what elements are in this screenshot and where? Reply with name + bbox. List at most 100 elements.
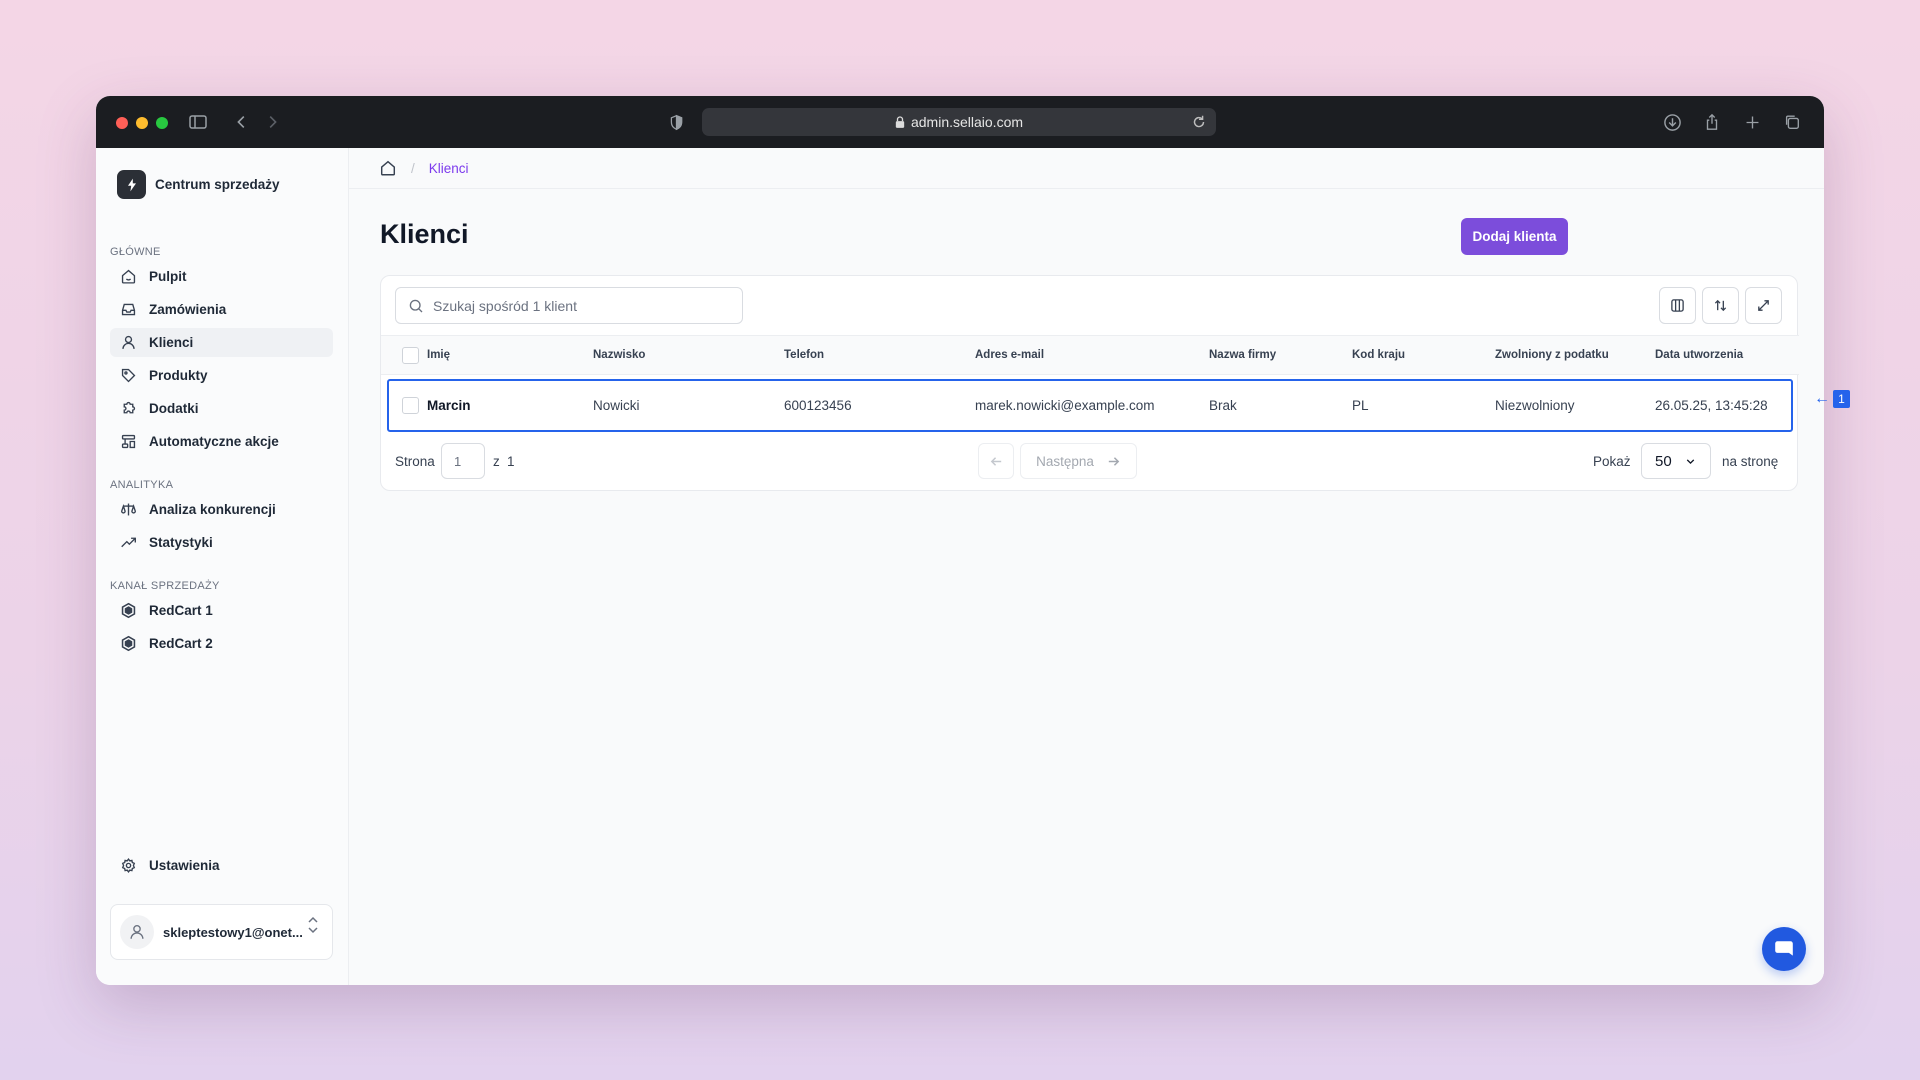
header-first-name[interactable]: Imię <box>402 336 450 374</box>
tabs-overview-icon[interactable] <box>1782 112 1802 132</box>
sort-button[interactable] <box>1702 287 1739 324</box>
sidebar-toggle-icon[interactable] <box>188 112 208 132</box>
cell-email: marek.nowicki@example.com <box>975 398 1155 413</box>
sidebar: Centrum sprzedaży GŁÓWNE Pulpit Zamówien… <box>96 148 349 985</box>
close-window-button[interactable] <box>116 117 128 129</box>
browser-titlebar: admin.sellaio.com <box>96 96 1824 148</box>
sidebar-item-dashboard[interactable]: Pulpit <box>110 262 333 291</box>
fullscreen-button[interactable] <box>1745 287 1782 324</box>
section-label-analytics: ANALITYKA <box>110 479 174 491</box>
minimize-window-button[interactable] <box>136 117 148 129</box>
page-size-select[interactable]: 50 <box>1641 443 1711 479</box>
back-icon[interactable] <box>232 112 252 132</box>
header-company[interactable]: Nazwa firmy <box>1209 336 1276 374</box>
next-page-button[interactable]: Następna <box>1020 443 1137 479</box>
marker-arrow-icon: ← <box>1814 390 1830 407</box>
sidebar-item-label: RedCart 1 <box>149 603 213 618</box>
sidebar-item-statistics[interactable]: Statystyki <box>110 528 333 557</box>
shield-icon[interactable] <box>666 112 686 132</box>
sidebar-item-orders[interactable]: Zamówienia <box>110 295 333 324</box>
cell-company: Brak <box>1209 398 1237 413</box>
sidebar-item-redcart-1[interactable]: RedCart 1 <box>110 596 333 625</box>
header-tax-exempt[interactable]: Zwolniony z podatku <box>1495 336 1609 374</box>
sidebar-item-label: Zamówienia <box>149 302 227 317</box>
brand-name: Centrum sprzedaży <box>155 177 280 192</box>
total-pages: 1 <box>507 453 515 469</box>
address-bar[interactable]: admin.sellaio.com <box>702 108 1216 136</box>
columns-button[interactable] <box>1659 287 1696 324</box>
sidebar-item-label: Dodatki <box>149 401 199 416</box>
marker-badge: 1 <box>1833 390 1850 408</box>
sidebar-item-customers[interactable]: Klienci <box>110 328 333 357</box>
cell-first-name: Marcin <box>402 381 471 430</box>
inbox-icon <box>121 303 136 316</box>
header-email[interactable]: Adres e-mail <box>975 336 1044 374</box>
main-content: / Klienci Klienci Dodaj klienta Szukaj s… <box>349 148 1824 985</box>
sidebar-item-label: Klienci <box>149 335 194 350</box>
sidebar-item-competition[interactable]: Analiza konkurencji <box>110 495 333 524</box>
home-icon[interactable] <box>379 159 397 177</box>
hexagon-icon <box>121 635 136 652</box>
header-country-code[interactable]: Kod kraju <box>1352 336 1405 374</box>
page-title: Klienci <box>380 219 469 249</box>
cell-phone: 600123456 <box>784 398 852 413</box>
sidebar-item-label: Pulpit <box>149 269 187 284</box>
home-icon <box>121 269 136 284</box>
share-icon[interactable] <box>1702 112 1722 132</box>
forward-icon[interactable] <box>262 112 282 132</box>
search-input[interactable] <box>433 297 733 314</box>
header-last-name[interactable]: Nazwisko <box>593 336 645 374</box>
sidebar-item-label: Analiza konkurencji <box>149 502 276 517</box>
columns-icon <box>1671 299 1684 312</box>
breadcrumb-separator: / <box>411 160 415 176</box>
sidebar-item-label: Statystyki <box>149 535 213 550</box>
tag-icon <box>121 368 136 383</box>
user-menu[interactable]: skleptestowy1@onet... <box>110 904 333 960</box>
sidebar-item-label: Ustawienia <box>149 858 220 873</box>
previous-page-button[interactable] <box>978 443 1014 479</box>
page-number-input[interactable]: 1 <box>441 443 485 479</box>
reload-icon[interactable] <box>1190 113 1208 131</box>
step-marker: ← 1 <box>1814 390 1850 408</box>
cell-country-code: PL <box>1352 398 1369 413</box>
chat-bubble-icon <box>1775 941 1793 956</box>
download-icon[interactable] <box>1662 112 1682 132</box>
add-customer-button[interactable]: Dodaj klienta <box>1461 218 1568 255</box>
new-tab-icon[interactable] <box>1742 112 1762 132</box>
maximize-window-button[interactable] <box>156 117 168 129</box>
page-of-label: z <box>493 453 500 469</box>
search-box[interactable] <box>395 287 743 324</box>
brand[interactable]: Centrum sprzedaży <box>117 170 280 199</box>
row-checkbox[interactable] <box>402 397 419 414</box>
cell-text: Marcin <box>427 398 471 413</box>
user-icon <box>122 335 135 349</box>
per-page-label: na stronę <box>1722 453 1779 469</box>
puzzle-icon <box>123 401 136 414</box>
expand-icon <box>1758 300 1769 311</box>
sidebar-item-addons[interactable]: Dodatki <box>110 394 333 423</box>
chat-support-button[interactable] <box>1762 927 1806 971</box>
section-label-sales-channel: KANAŁ SPRZEDAŻY <box>110 580 220 592</box>
sidebar-item-redcart-2[interactable]: RedCart 2 <box>110 629 333 658</box>
sort-arrows-icon <box>1714 299 1727 312</box>
gear-icon <box>121 857 136 874</box>
arrow-left-icon <box>990 456 1001 466</box>
chevron-down-icon <box>1686 458 1694 464</box>
browser-window: admin.sellaio.com Centrum sprzedaży GŁÓW… <box>96 96 1824 985</box>
arrow-right-icon <box>1108 456 1120 466</box>
table-row[interactable]: Marcin Nowicki 600123456 marek.nowicki@e… <box>387 379 1793 432</box>
sidebar-item-products[interactable]: Produkty <box>110 361 333 390</box>
breadcrumb: / Klienci <box>349 148 1824 189</box>
user-icon <box>130 925 144 939</box>
search-icon <box>409 299 423 312</box>
brand-logo-icon <box>117 170 146 199</box>
show-label: Pokaż <box>1593 453 1631 469</box>
select-all-checkbox[interactable] <box>402 346 419 364</box>
sidebar-item-settings[interactable]: Ustawienia <box>110 851 333 880</box>
breadcrumb-current[interactable]: Klienci <box>429 161 469 176</box>
header-created-at[interactable]: Data utworzenia <box>1655 336 1743 374</box>
sidebar-item-automations[interactable]: Automatyczne akcje <box>110 427 333 456</box>
cell-created-at: 26.05.25, 13:45:28 <box>1655 398 1768 413</box>
header-phone[interactable]: Telefon <box>784 336 824 374</box>
column-header-label: Imię <box>427 349 451 361</box>
